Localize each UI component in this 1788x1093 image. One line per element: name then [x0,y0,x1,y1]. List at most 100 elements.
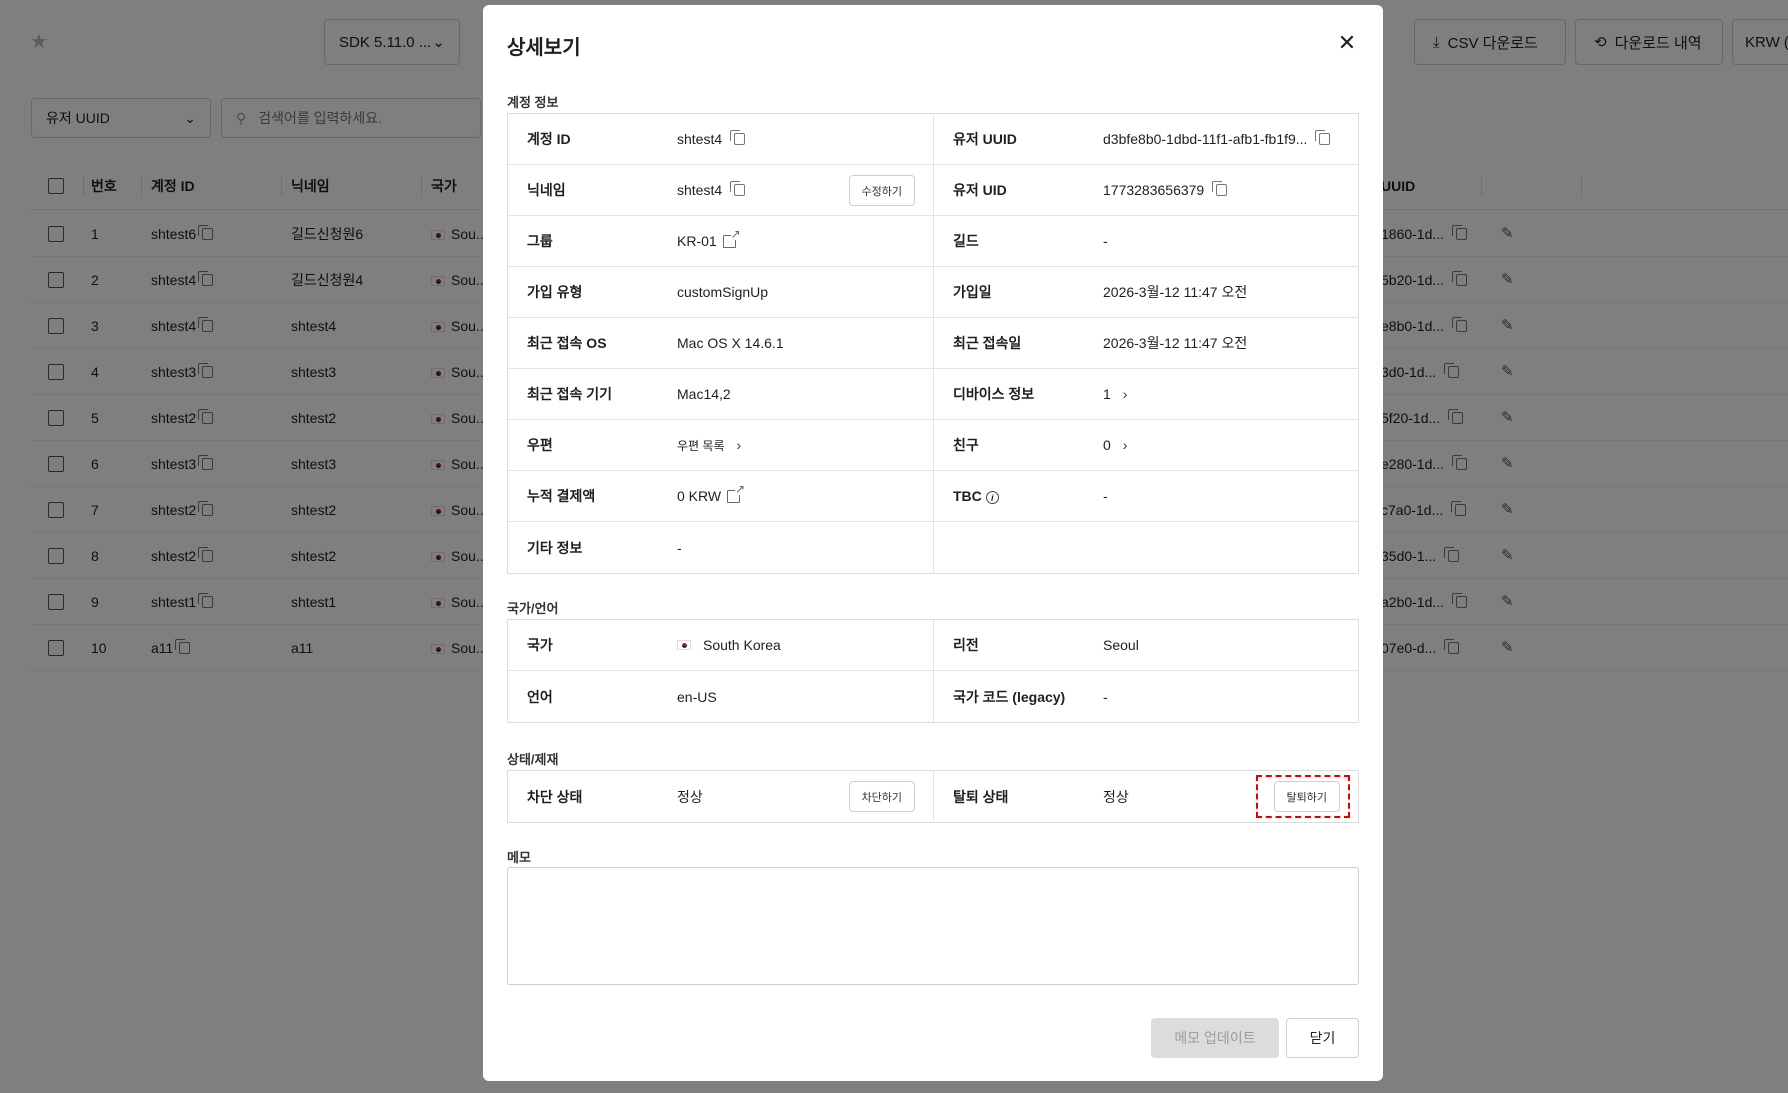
locale-section-title: 국가/언어 [507,601,559,616]
modal-title: 상세보기 [507,37,581,59]
memo-update-button[interactable]: 메모 업데이트 [1151,1018,1279,1058]
signup-date-label: 가입일 [953,284,992,300]
country-value: South Korea [703,637,781,653]
nickname-label: 닉네임 [527,182,566,198]
device-info-value-wrap: 1 › [1103,386,1127,402]
last-login-date-value-wrap: 2026-3월-12 11:47 오전 [1103,333,1247,353]
nickname-value: shtest4 [677,182,723,198]
region-label: 리전 [953,637,979,653]
total-payment-cell: 누적 결제액 0 KRW [508,471,933,521]
last-login-date-label: 최근 접속일 [953,335,1022,351]
other-info-cell: 기타 정보 - [508,522,933,573]
last-device-label: 최근 접속 기기 [527,386,613,402]
nickname-value-wrap: shtest4 [677,181,746,198]
region-value-wrap: Seoul [1103,637,1139,653]
total-payment-value-wrap: 0 KRW [677,482,746,504]
signup-date-value-wrap: 2026-3월-12 11:47 오전 [1103,282,1247,302]
total-payment-label: 누적 결제액 [527,488,596,504]
detail-modal: 상세보기 ✕ 계정 정보 계정 ID shtest4 유저 UUID d3bfe8b0… [483,5,1383,1081]
account-id-label: 계정 ID [527,131,571,147]
language-value: en-US [677,688,717,705]
last-login-date-cell: 최근 접속일 2026-3월-12 11:47 오전 [933,318,1358,368]
country-label: 국가 [527,637,553,653]
close-button[interactable]: 닫기 [1286,1018,1359,1058]
withdraw-button[interactable]: 탈퇴하기 [1273,781,1340,812]
block-status-value: 정상 [677,788,703,805]
last-os-value: Mac OS X 14.6.1 [677,335,784,351]
tbc-cell: TBC i - [933,471,1358,521]
copy-icon[interactable] [730,181,746,196]
close-icon[interactable]: ✕ [1335,31,1359,55]
language-cell: 언어 en-US [508,671,933,722]
legacy-country-code-cell: 국가 코드 (legacy) - [933,671,1358,722]
language-value-wrap: en-US [677,689,717,705]
group-cell: 그룹 KR-01 [508,216,933,266]
mailbox-value[interactable]: 우편 목록 [677,437,725,454]
other-info-value-wrap: - [677,540,682,556]
region-cell: 리전 Seoul [933,620,1358,670]
guild-cell: 길드 - [933,216,1358,266]
guild-label: 길드 [953,233,979,249]
last-login-date-value: 2026-3월-12 11:47 오전 [1103,335,1248,351]
tbc-value-wrap: - [1103,488,1108,504]
last-device-value: Mac14,2 [677,386,731,402]
external-link-icon[interactable] [722,227,741,248]
account-info-grid: 계정 ID shtest4 유저 UUID d3bfe8b0-1dbd-11f1-af… [507,113,1359,574]
last-os-value-wrap: Mac OS X 14.6.1 [677,335,784,351]
group-label: 그룹 [527,233,553,249]
user-uid-cell: 유저 UID 1773283656379 [933,165,1358,215]
account-id-cell: 계정 ID shtest4 [508,114,933,164]
friends-label: 친구 [953,437,979,453]
signup-date-value: 2026-3월-12 11:47 오전 [1103,284,1248,300]
guild-value: - [1103,233,1108,249]
copy-icon[interactable] [1315,130,1331,145]
mailbox-cell: 우편 우편 목록 › [508,420,933,470]
last-os-label: 최근 접속 OS [527,335,607,351]
region-value: Seoul [1103,637,1139,653]
locale-info-grid: 국가 South Korea 리전 Seoul 언어 en-US 국가 코드 (legacy… [507,619,1359,723]
withdraw-status-cell: 탈퇴 상태 정상 탈퇴하기 [933,771,1358,822]
other-info-value: - [677,539,682,556]
account-section-title: 계정 정보 [507,95,559,110]
legacy-country-code-value-wrap: - [1103,689,1108,705]
signup-type-label: 가입 유형 [527,284,583,300]
signup-type-cell: 가입 유형 customSignUp [508,267,933,317]
block-button[interactable]: 차단하기 [848,781,915,812]
friends-value[interactable]: 0 [1103,437,1111,453]
group-value: KR-01 [677,233,717,249]
nickname-cell: 닉네임 shtest4 수정하기 [508,165,933,215]
user-uuid-label: 유저 UUID [953,131,1017,147]
block-status-cell: 차단 상태 정상 차단하기 [508,771,933,822]
legacy-country-code-value: - [1103,688,1108,705]
status-grid: 차단 상태 정상 차단하기 탈퇴 상태 정상 탈퇴하기 [507,770,1359,823]
country-value-wrap: South Korea [677,637,781,653]
device-info-value[interactable]: 1 [1103,386,1111,402]
korea-flag-icon [677,640,691,650]
other-info-label: 기타 정보 [527,539,583,556]
info-icon[interactable]: i [985,491,999,505]
signup-type-value-wrap: customSignUp [677,284,768,300]
user-uuid-value: d3bfe8b0-1dbd-11f1-afb1-fb1f9... [1103,131,1308,147]
user-uid-label: 유저 UID [953,182,1007,198]
memo-label: 메모 [507,850,531,865]
friends-cell: 친구 0 › [933,420,1358,470]
chevron-right-icon[interactable]: › [1123,386,1128,402]
device-info-cell: 디바이스 정보 1 › [933,369,1358,419]
tbc-label: TBC i [953,488,999,505]
copy-icon[interactable] [1212,181,1228,196]
total-payment-value: 0 KRW [677,488,722,504]
friends-value-wrap: 0 › [1103,437,1127,453]
chevron-right-icon[interactable]: › [1123,437,1128,453]
chevron-right-icon[interactable]: › [737,437,742,453]
block-status-label: 차단 상태 [527,788,583,805]
withdraw-status-label: 탈퇴 상태 [953,788,1009,805]
last-device-value-wrap: Mac14,2 [677,386,731,402]
last-os-cell: 최근 접속 OS Mac OS X 14.6.1 [508,318,933,368]
user-uid-value: 1773283656379 [1103,182,1205,198]
memo-textarea[interactable] [507,867,1359,985]
mailbox-label: 우편 [527,437,553,453]
status-section-title: 상태/제재 [507,752,559,767]
external-link-icon[interactable] [727,482,746,503]
copy-icon[interactable] [730,130,746,145]
edit-nickname-button[interactable]: 수정하기 [848,175,915,206]
